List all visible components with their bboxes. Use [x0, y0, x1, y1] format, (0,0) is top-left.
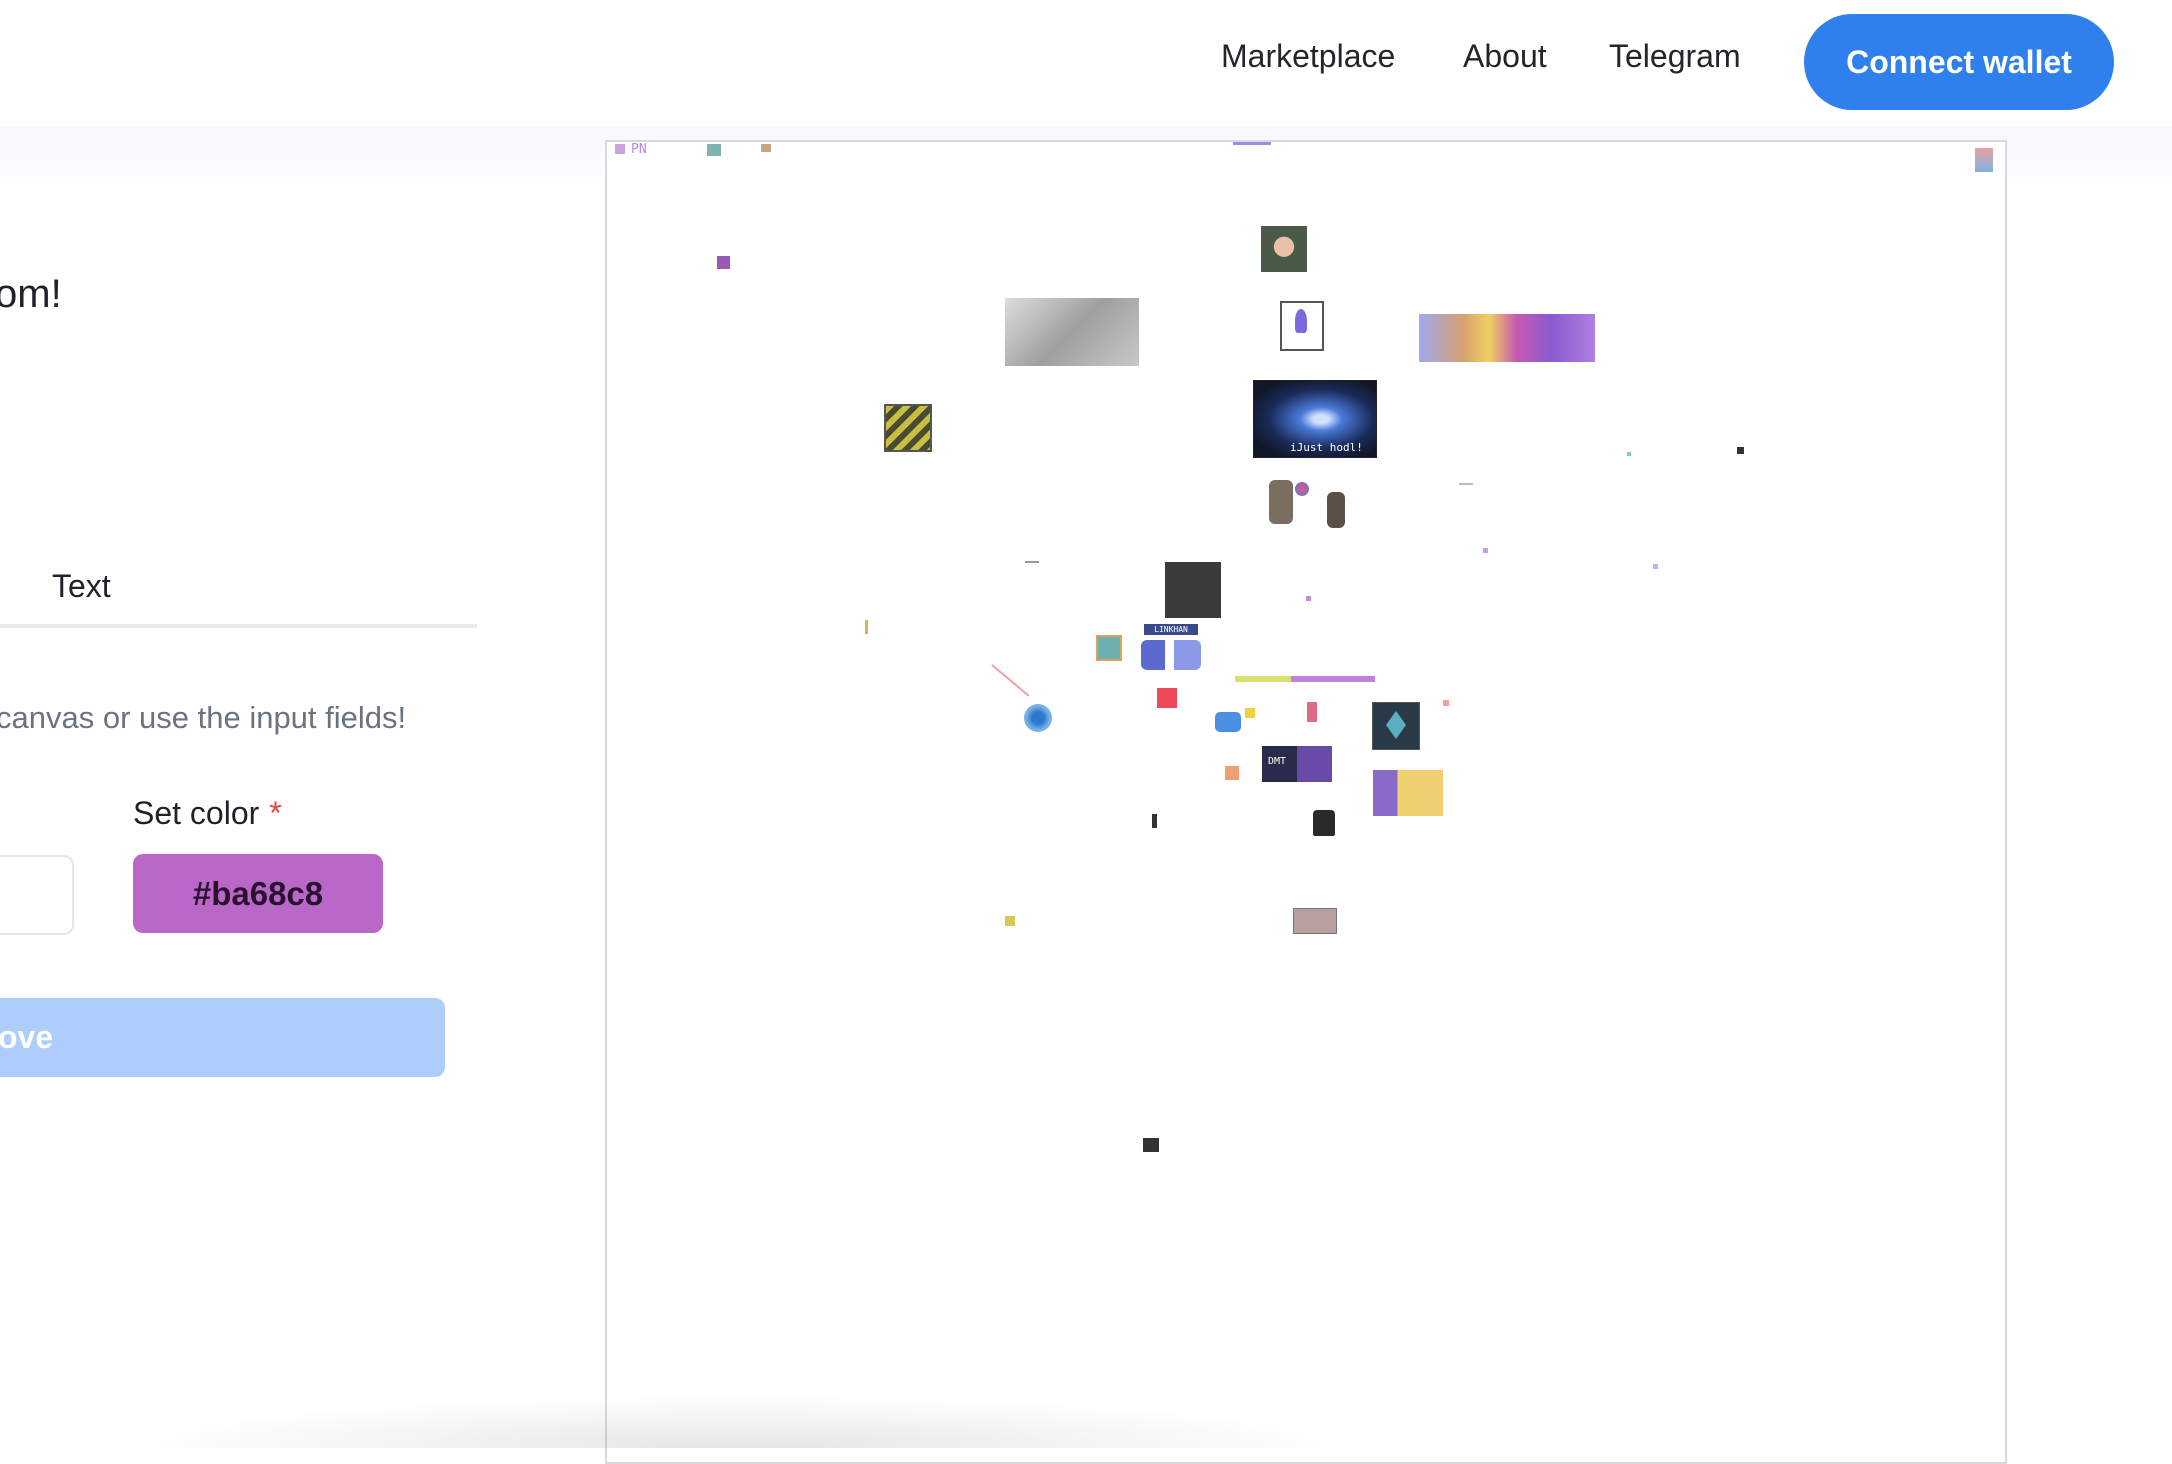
canvas-pixel: [865, 620, 868, 634]
canvas-pixel: [1443, 700, 1449, 706]
tab-underline: [0, 624, 477, 628]
canvas-orb-sprite: [1024, 704, 1052, 732]
canvas-pixel: [1005, 916, 1015, 926]
canvas-dmt-text: DMT: [1268, 756, 1287, 767]
canvas-trail-line: [991, 664, 1030, 697]
canvas-pixel: [717, 256, 730, 269]
canvas-galaxy-tile: iJust hodl!: [1253, 380, 1377, 458]
connect-wallet-button[interactable]: Connect wallet: [1804, 14, 2114, 110]
canvas-pn-text: PN: [631, 142, 647, 157]
canvas-pixel: [761, 144, 771, 152]
canvas-pixel: [615, 144, 625, 154]
canvas-pixel: [1483, 548, 1488, 553]
tab-text[interactable]: Text: [52, 568, 111, 605]
page-heading: om!: [0, 272, 62, 316]
canvas-pixel: [1653, 564, 1658, 569]
canvas-pixel: [1152, 814, 1157, 828]
canvas-ball-sprite: [1295, 482, 1309, 496]
canvas-dark-square: [1165, 562, 1221, 618]
save-button[interactable]: ove: [0, 998, 445, 1077]
canvas-pixel: [1245, 708, 1255, 718]
pixel-input-field[interactable]: [0, 855, 74, 935]
canvas-blue-icon: [1215, 712, 1241, 732]
top-navigation-bar: Marketplace About Telegram Connect walle…: [0, 0, 2172, 126]
canvas-pixel: [1459, 483, 1473, 485]
set-color-label: Set color *: [133, 795, 282, 832]
canvas-striped-tile: [884, 404, 932, 452]
nav-telegram-link[interactable]: Telegram: [1609, 38, 1741, 75]
save-button-label: ove: [0, 1019, 54, 1055]
canvas-dmt-tile: DMT: [1262, 746, 1332, 782]
canvas-pixel: [1627, 452, 1631, 456]
canvas-pixel: [707, 144, 721, 156]
required-asterisk: *: [269, 795, 282, 831]
canvas-fighter-sprite: [1269, 480, 1293, 524]
canvas-grey-image: [1293, 908, 1337, 934]
set-color-label-text: Set color: [133, 795, 260, 831]
canvas-sprite: [1975, 148, 1993, 172]
canvas-red-square: [1157, 688, 1177, 708]
canvas-pink-glyph: [1307, 702, 1317, 722]
canvas-pixel: [1225, 766, 1239, 780]
canvas-galaxy-text: iJust hodl!: [1290, 441, 1363, 454]
canvas-avatar-strip: [1419, 314, 1595, 362]
canvas-ethereum-tile: [1372, 702, 1420, 750]
canvas-pixel: [1025, 561, 1039, 563]
canvas-feather-image: [1280, 301, 1324, 351]
canvas-cat-sprite: [1313, 810, 1335, 836]
canvas-fighter-sprite: [1327, 492, 1345, 528]
nav-marketplace-link[interactable]: Marketplace: [1221, 38, 1395, 75]
canvas-color-bar: [1235, 676, 1375, 682]
canvas-megaman-sprite: [1141, 640, 1201, 670]
canvas-linkhan-label: LINKHAN: [1144, 624, 1198, 635]
canvas-portrait-image: [1261, 226, 1307, 272]
canvas-anime-tile: [1373, 770, 1443, 816]
canvas-pixel: [1306, 596, 1311, 601]
pixel-canvas[interactable]: PN iJust hodl! LINKHAN DMT: [605, 140, 2007, 1464]
hint-text: canvas or use the input fields!: [0, 700, 407, 735]
canvas-pixel-tile: [1096, 635, 1122, 661]
canvas-pixel: [1143, 1138, 1159, 1152]
canvas-astronaut-image: [1005, 298, 1139, 366]
canvas-pixel: [1233, 142, 1271, 145]
nav-about-link[interactable]: About: [1463, 38, 1547, 75]
color-picker-button[interactable]: #ba68c8: [133, 854, 383, 933]
canvas-pixel: [1737, 447, 1744, 454]
